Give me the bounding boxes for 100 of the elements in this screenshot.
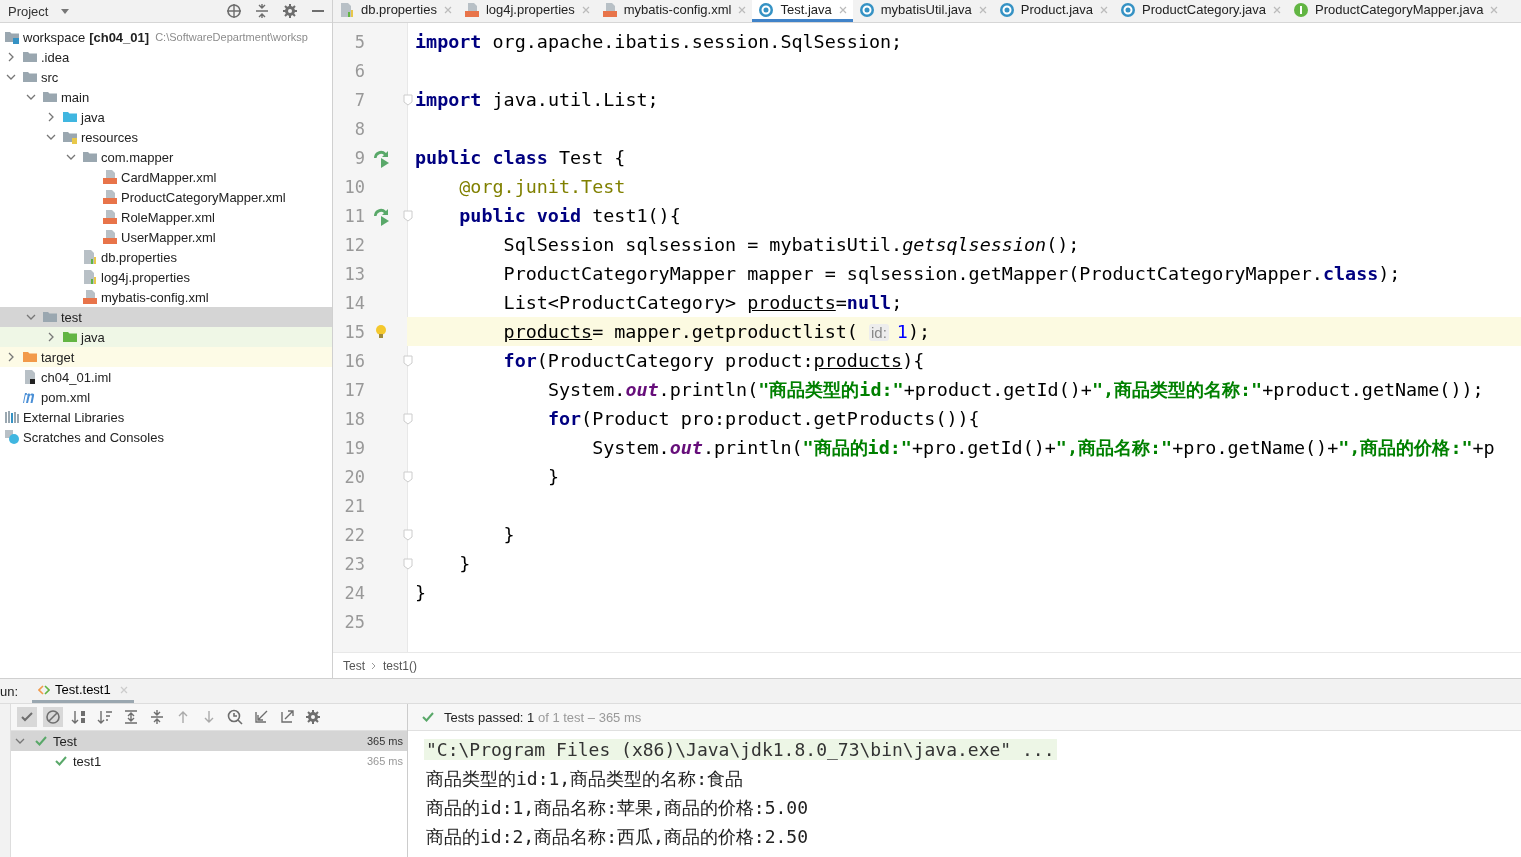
chevron-right-icon[interactable]: [6, 52, 16, 62]
chevron-right-icon[interactable]: [46, 112, 56, 122]
close-icon[interactable]: [838, 5, 847, 14]
close-icon[interactable]: [738, 5, 747, 14]
tree-item[interactable]: Scratches and Consoles: [0, 427, 332, 447]
check-icon: [55, 755, 67, 767]
tree-item[interactable]: ProductCategoryMapper.xml: [0, 187, 332, 207]
test-row[interactable]: test1 365 ms: [11, 751, 407, 771]
tree-item[interactable]: CardMapper.xml: [0, 167, 332, 187]
collapse-icon[interactable]: [254, 3, 270, 19]
settings-icon[interactable]: [282, 3, 298, 19]
check-icon: [422, 711, 434, 723]
tree-item-label: test: [61, 309, 82, 325]
code-line: public void test1(){: [458, 205, 681, 226]
line-number: 8: [353, 118, 365, 139]
tree-item[interactable]: test: [0, 307, 332, 327]
line-number: 25: [343, 611, 365, 632]
fold-marker-icon[interactable]: [403, 557, 413, 570]
test-row[interactable]: Test 365 ms: [11, 731, 407, 751]
fold-marker-icon[interactable]: [403, 209, 413, 222]
close-icon[interactable]: [1100, 5, 1109, 14]
check-icon: [35, 735, 47, 747]
chevron-right-icon[interactable]: [46, 332, 56, 342]
code-line: for(Product pro:product.getProducts()){: [546, 408, 980, 429]
tree-item-label: workspace: [23, 29, 86, 45]
toolbar-button[interactable]: [303, 707, 323, 727]
tree-item[interactable]: src: [0, 67, 332, 87]
module-path: C:\SoftwareDepartment\worksp: [155, 31, 308, 43]
sort-alphabetically-icon: [71, 709, 87, 725]
folder-icon: [22, 69, 38, 85]
line-number: 24: [343, 582, 365, 603]
tree-item[interactable]: .idea: [0, 47, 332, 67]
tree-item-label: java: [81, 109, 105, 125]
tree-item[interactable]: main: [0, 87, 332, 107]
tree-item[interactable]: pom.xml: [0, 387, 332, 407]
close-icon[interactable]: [443, 5, 452, 14]
fold-marker-icon[interactable]: [403, 354, 413, 367]
close-icon[interactable]: [1490, 5, 1499, 14]
test-config-icon: [38, 683, 51, 696]
collapse-all-icon: [149, 709, 165, 725]
tree-item[interactable]: RoleMapper.xml: [0, 207, 332, 227]
import-icon: [253, 709, 269, 725]
fold-marker-icon[interactable]: [403, 528, 413, 541]
console-line: 商品的id:2,商品名称:西瓜,商品的价格:2.50: [425, 824, 810, 849]
tree-item[interactable]: com.mapper: [0, 147, 332, 167]
tree-item-label: resources: [81, 129, 139, 145]
close-icon[interactable]: [978, 5, 987, 14]
code-line: import java.util.List;: [415, 89, 659, 110]
fold-marker-icon[interactable]: [403, 93, 413, 106]
editor-tab[interactable]: ProductCategoryMapper.java: [1287, 0, 1505, 22]
editor-tab[interactable]: mybatisUtil.java: [852, 0, 993, 22]
fold-marker-icon[interactable]: [403, 412, 413, 425]
chevron-down-icon[interactable]: [26, 312, 36, 322]
locate-icon[interactable]: [226, 3, 242, 19]
scratches-icon: [4, 429, 20, 445]
breadcrumb[interactable]: test1(): [383, 658, 418, 673]
folder-icon: [82, 149, 98, 165]
editor-tab[interactable]: db.properties: [333, 0, 458, 22]
test-duration: 365 ms: [366, 735, 403, 747]
show-ignored-button[interactable]: [43, 707, 63, 727]
breadcrumb[interactable]: Test: [343, 658, 365, 673]
tree-item[interactable]: resources: [0, 127, 332, 147]
close-icon[interactable]: [581, 5, 590, 14]
folder-icon: [42, 309, 58, 325]
test-name: Test: [53, 733, 78, 749]
xml-file-icon: [82, 289, 98, 305]
tree-item[interactable]: External Libraries: [0, 407, 332, 427]
toolbar-button[interactable]: [225, 707, 245, 727]
chevron-down-icon[interactable]: [15, 736, 25, 746]
code-line: for(ProductCategory product:products){: [502, 350, 925, 371]
editor-tab[interactable]: mybatis-config.xml: [595, 0, 753, 22]
show-passed-button[interactable]: [17, 707, 37, 727]
code-line: }: [546, 466, 559, 487]
chevron-right-icon[interactable]: [6, 352, 16, 362]
editor-tab[interactable]: Product.java: [992, 0, 1115, 22]
tree-item[interactable]: db.properties: [0, 247, 332, 267]
line-number: 12: [343, 234, 365, 255]
tree-item[interactable]: target: [0, 347, 332, 367]
line-number: 7: [353, 89, 365, 110]
tree-item[interactable]: java: [0, 327, 332, 347]
editor-tab[interactable]: log4j.properties: [457, 0, 596, 22]
console-line: 商品的id:1,商品名称:苹果,商品的价格:5.00: [425, 795, 810, 820]
module-name: [ch04_01]: [89, 29, 150, 45]
tree-item[interactable]: java: [0, 107, 332, 127]
class-icon: [858, 1, 875, 18]
xml-file-icon: [102, 209, 118, 225]
tree-item[interactable]: workspace [ch04_01] C:\SoftwareDepartment\worksp: [0, 27, 332, 47]
editor-tab[interactable]: Test.java: [752, 0, 853, 22]
tree-item[interactable]: mybatis-config.xml: [0, 287, 332, 307]
editor-tab[interactable]: ProductCategory.java: [1114, 0, 1288, 22]
folder-icon: [62, 129, 78, 145]
panel-title[interactable]: Project: [8, 3, 49, 19]
tree-item-label: log4j.properties: [101, 269, 190, 285]
close-icon[interactable]: [1273, 5, 1282, 14]
fold-marker-icon[interactable]: [403, 470, 413, 483]
export-icon: [279, 709, 295, 725]
tree-item[interactable]: UserMapper.xml: [0, 227, 332, 247]
tree-item[interactable]: log4j.properties: [0, 267, 332, 287]
tree-item[interactable]: ch04_01.iml: [0, 367, 332, 387]
xml-file-icon: [601, 1, 618, 18]
